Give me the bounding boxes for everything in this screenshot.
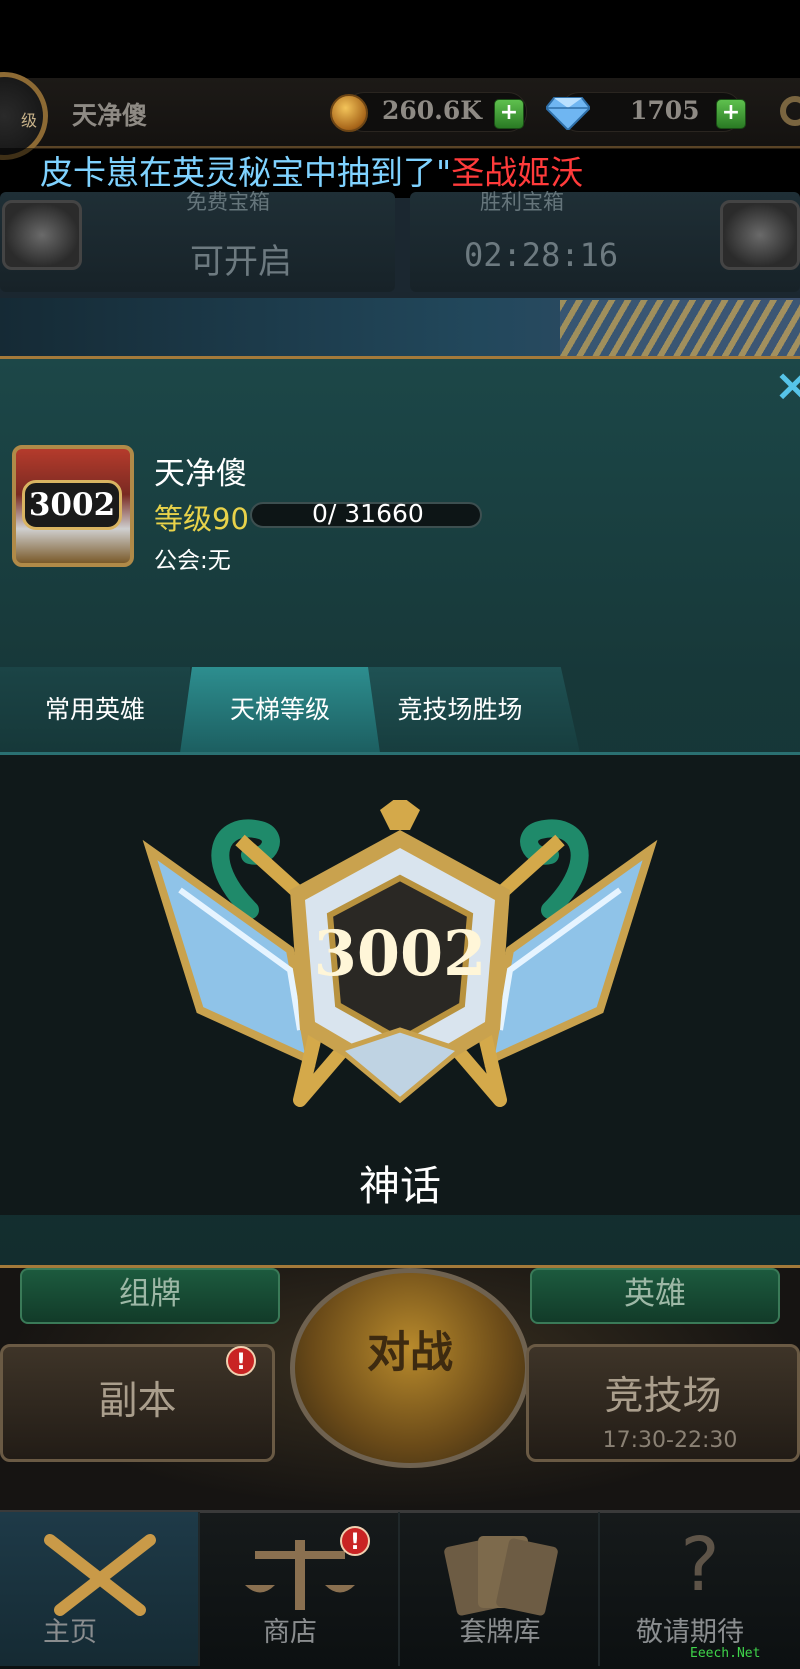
gold-amount: 260.6K [382, 96, 483, 125]
treasure-chest-icon [720, 200, 800, 270]
hud-player-name[interactable]: 天净傻 [72, 96, 147, 132]
alert-badge: ! [340, 1526, 370, 1556]
hero-button[interactable]: 英雄 [530, 1268, 780, 1324]
deck-button[interactable]: 组牌 [20, 1268, 280, 1324]
arena-label: 竞技场 [604, 1374, 722, 1419]
mythic-rank-emblem: 3002 [142, 800, 658, 1107]
level-suffix: 级 [20, 111, 37, 130]
avatar-rating-badge: 3002 [22, 480, 122, 530]
cards-icon [444, 1536, 558, 1616]
tab-label: 天梯等级 [229, 695, 330, 724]
alert-badge: ! [226, 1346, 256, 1376]
tab-common-heroes[interactable]: 常用英雄 [0, 667, 190, 753]
arena-hours: 17:30-22:30 [602, 1428, 738, 1453]
profile-player-name: 天净傻 [154, 456, 247, 492]
victory-chest-label: 胜利宝箱 [480, 190, 564, 214]
gold-coin-icon [330, 94, 368, 132]
nav-label-shop: 商店 [263, 1617, 317, 1648]
player-level: 等级90 [154, 502, 249, 536]
gem-amount: 1705 [630, 96, 700, 125]
nav-label-decks: 套牌库 [459, 1617, 541, 1648]
nav-label-home: 主页 [43, 1617, 97, 1648]
tab-ladder-rank[interactable]: 天梯等级 [180, 667, 380, 753]
add-gems-button[interactable]: + [716, 99, 746, 129]
guild-label: 公会:无 [154, 548, 231, 574]
free-chest-status: 可开启 [190, 242, 292, 282]
rank-title: 神话 [359, 1162, 441, 1210]
broadcast-marquee: 皮卡崽在英灵秘宝中抽到了"圣战姬沃 [0, 148, 800, 198]
tab-label: 常用英雄 [44, 695, 145, 724]
crossed-swords-icon [44, 1534, 156, 1616]
emblem-rating: 3002 [314, 917, 487, 990]
add-gold-button[interactable]: + [494, 99, 524, 129]
victory-chest-timer: 02:28:16 [464, 236, 619, 274]
status-bar-area [0, 0, 800, 78]
victory-chest-slot[interactable]: 胜利宝箱 02:28:16 [410, 190, 800, 292]
free-chest-label: 免费宝箱 [186, 190, 270, 214]
dungeon-label: 副本 [98, 1379, 177, 1424]
tab-label: 竞技场胜场 [397, 695, 523, 724]
nav-label-coming-soon: 敬请期待 [636, 1617, 744, 1648]
treasure-chest-icon [2, 200, 82, 270]
close-icon[interactable]: × [774, 360, 800, 411]
xp-text: 0/ 31660 [312, 499, 424, 528]
diamond-icon [546, 97, 590, 130]
watermark: Eeech.Net [690, 1646, 761, 1661]
banner-art-image [560, 300, 800, 356]
battle-label: 对战 [367, 1328, 453, 1378]
free-chest-slot[interactable]: 免费宝箱 可开启 [0, 190, 395, 292]
question-icon: ? [680, 1522, 720, 1608]
